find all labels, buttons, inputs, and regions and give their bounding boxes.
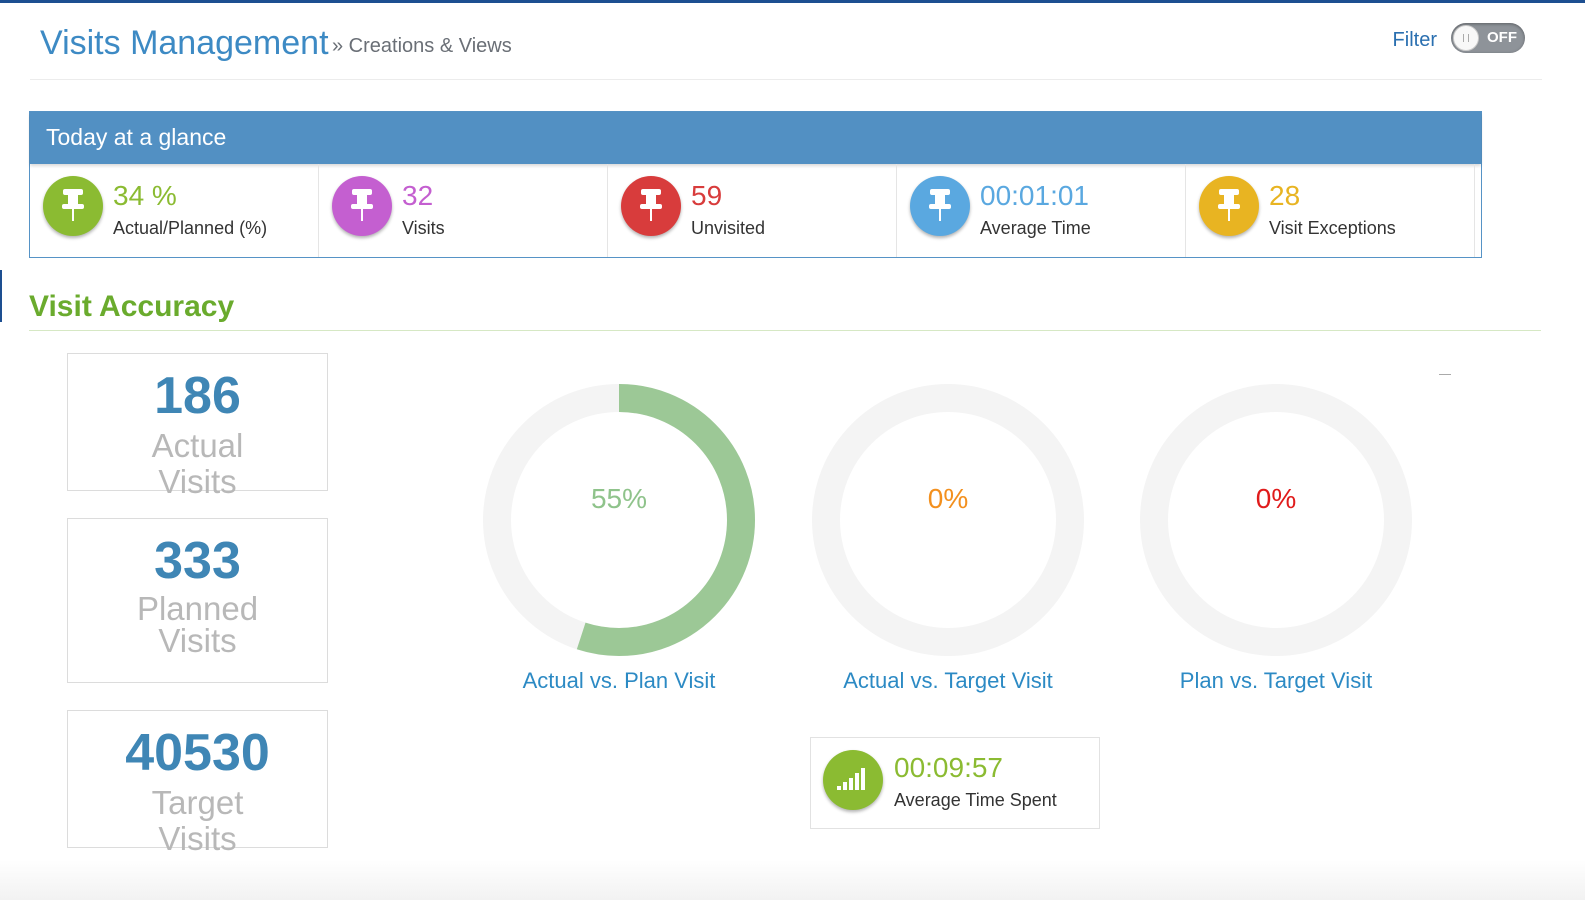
section-divider xyxy=(29,330,1541,331)
donut-percent: 0% xyxy=(927,483,969,514)
stat-value: 32 xyxy=(402,180,434,211)
average-time-spent-card: 00:09:57 Average Time Spent xyxy=(810,737,1100,829)
stat-label: Average Time xyxy=(980,218,1091,238)
today-at-a-glance-panel: Today at a glance 34 % Actual/Planned (%… xyxy=(29,111,1482,258)
toggle-state-text: OFF xyxy=(1487,29,1517,46)
kpi-label: Target Visits xyxy=(151,784,244,857)
donut-actual-vs-plan: 55% xyxy=(479,380,759,660)
kpi-value: 186 xyxy=(154,367,241,425)
stat-average-time: 00:01:01 Average Time xyxy=(897,164,1186,257)
donut-chart xyxy=(1140,384,1412,656)
donut-track xyxy=(1140,384,1412,656)
breadcrumb[interactable]: » Creations & Views xyxy=(332,35,512,58)
section-title-visit-accuracy: Visit Accuracy xyxy=(29,290,235,323)
pushpin-icon xyxy=(910,176,970,236)
kpi-value: 333 xyxy=(154,532,241,590)
donut-caption-actual-vs-plan[interactable]: Actual vs. Plan Visit xyxy=(429,668,809,694)
stat-visit-exceptions: 28 Visit Exceptions xyxy=(1186,164,1475,257)
donut-track xyxy=(812,384,1084,656)
kpi-label: Actual Visits xyxy=(151,427,244,500)
stat-visits: 32 Visits xyxy=(319,164,608,257)
kpi-planned-visits: 333 Planned Visits xyxy=(67,518,328,683)
filter-label: Filter xyxy=(1392,29,1437,51)
stat-value: 00:01:01 xyxy=(980,180,1089,211)
page-title: Visits Management xyxy=(40,24,329,62)
donut-percent: 0% xyxy=(1255,483,1297,514)
donut-actual-vs-target: 0% xyxy=(808,380,1088,660)
glance-stats-row: 34 % Actual/Planned (%) 32 Visits 59 Unv… xyxy=(30,164,1481,257)
toggle-knob[interactable] xyxy=(1453,25,1479,51)
avg-time-label: Average Time Spent xyxy=(894,790,1057,810)
stat-actual-planned: 34 % Actual/Planned (%) xyxy=(30,164,319,257)
avg-time-value: 00:09:57 xyxy=(894,752,1003,783)
donut-percent: 55% xyxy=(590,483,648,514)
stat-value: 59 xyxy=(691,180,723,211)
bottom-fade xyxy=(0,860,1585,900)
kpi-target-visits: 40530 Target Visits xyxy=(67,710,328,857)
stat-label: Visits xyxy=(402,218,445,238)
donut-caption-plan-vs-target[interactable]: Plan vs. Target Visit xyxy=(1086,668,1466,694)
donut-chart xyxy=(483,384,755,656)
top-accent-bar xyxy=(0,0,1585,3)
grip-icon xyxy=(1463,34,1469,42)
stat-label: Actual/Planned (%) xyxy=(113,218,268,238)
kpi-value: 40530 xyxy=(125,724,270,782)
pushpin-icon xyxy=(43,176,103,236)
stat-value: 34 % xyxy=(113,180,177,211)
collapse-dash[interactable] xyxy=(1439,374,1451,375)
donut-caption-actual-vs-target[interactable]: Actual vs. Target Visit xyxy=(758,668,1138,694)
stat-unvisited: 59 Unvisited xyxy=(608,164,897,257)
stat-label: Unvisited xyxy=(691,218,766,238)
left-section-marker xyxy=(0,270,2,322)
pushpin-icon xyxy=(1199,176,1259,236)
kpi-label: Planned Visits xyxy=(136,590,259,659)
stat-value: 28 xyxy=(1269,180,1301,211)
donut-plan-vs-target: 0% xyxy=(1136,380,1416,660)
kpi-actual-visits: 186 Actual Visits xyxy=(67,353,328,500)
signal-bars-icon xyxy=(823,750,883,810)
stat-label: Visit Exceptions xyxy=(1269,218,1396,238)
page-header: Visits Management » Creations & Views Fi… xyxy=(30,14,1542,80)
pushpin-icon xyxy=(621,176,681,236)
glance-panel-title: Today at a glance xyxy=(30,112,1481,164)
pushpin-icon xyxy=(332,176,392,236)
donut-chart xyxy=(812,384,1084,656)
filter-toggle[interactable]: OFF xyxy=(1451,23,1525,53)
